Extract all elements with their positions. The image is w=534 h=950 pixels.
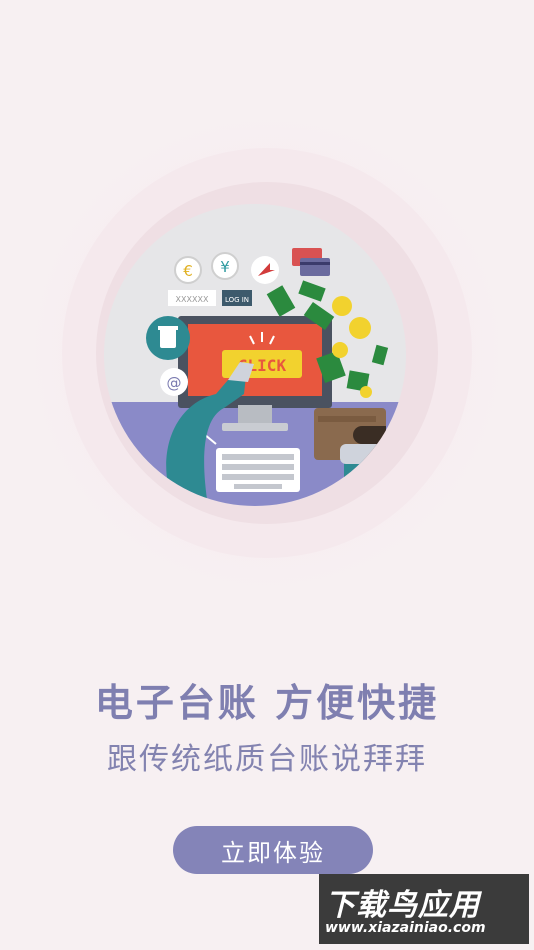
at-sign-icon: @ — [160, 368, 188, 396]
cursor-arrow-icon — [251, 256, 279, 284]
subline: 跟传统纸质台账说拜拜 — [107, 742, 427, 777]
login-label: LOG IN — [225, 296, 249, 304]
watermark-url: www.xiazainiao.com — [325, 920, 486, 936]
hero-illustration: € ¥ XXXXXX LOG IN CLICK @ — [104, 204, 406, 506]
yen-coin-icon: ¥ — [211, 252, 239, 280]
watermark-title: 下载鸟应用 — [325, 888, 480, 923]
credit-card-icon — [292, 248, 330, 276]
try-now-button[interactable]: 立即体验 — [173, 826, 373, 874]
headline: 电子台账 方便快捷 — [94, 681, 440, 725]
login-input-mask: XXXXXX — [176, 295, 209, 304]
watermark-logo: 下载鸟应用 www.xiazainiao.com — [319, 874, 529, 944]
svg-text:€: € — [183, 262, 193, 280]
cup-icon — [146, 316, 190, 360]
monitor-stand — [238, 405, 272, 425]
euro-coin-icon: € — [174, 256, 202, 284]
monitor-base — [222, 423, 288, 431]
svg-text:@: @ — [167, 374, 182, 392]
svg-text:¥: ¥ — [220, 258, 230, 276]
